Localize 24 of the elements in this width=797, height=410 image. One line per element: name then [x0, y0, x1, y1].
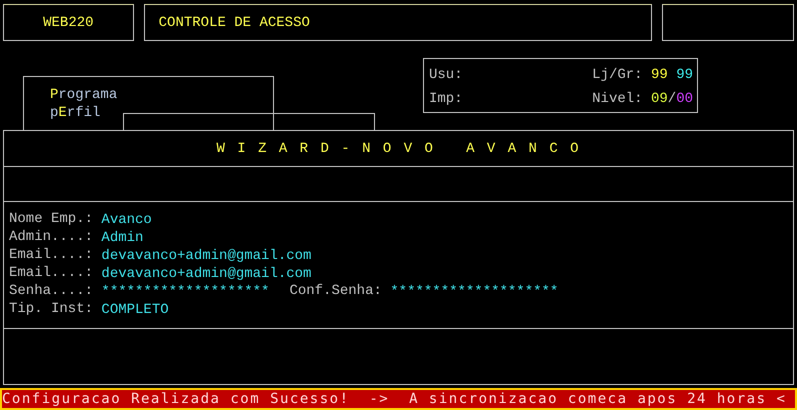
- field-label: Email....:: [9, 247, 94, 265]
- field-label: Email....:: [9, 265, 94, 283]
- field-value: Avanco: [101, 211, 152, 229]
- menu-item[interactable]: pErfil: [50, 104, 273, 122]
- screen-title: CONTROLE DE ACESSO: [158, 14, 310, 30]
- field-value: COMPLETO: [101, 301, 169, 319]
- program-code: WEB220: [43, 14, 94, 30]
- field-value: devavanco+admin@gmail.com: [101, 265, 312, 283]
- wizard-title: W I Z A R D - N O V O A V A N C O: [216, 140, 581, 156]
- field-label: Nome Emp.:: [9, 211, 94, 229]
- field-label: Tip. Inst:: [9, 301, 94, 319]
- menu-item[interactable]: Programa: [50, 86, 273, 104]
- status-message: Configuracao Realizada com Sucesso! -> A sincronizacao comeca apos 24 horas <: [0, 388, 797, 410]
- field-label: Admin....:: [9, 229, 94, 247]
- level-text: Nivel: 09/00: [592, 90, 693, 108]
- field-value: Admin: [101, 229, 144, 247]
- store-group-text: Lj/Gr: 99 99: [592, 67, 693, 85]
- user-label: Usu:: [429, 67, 464, 85]
- field-value: devavanco+admin@gmail.com: [101, 247, 312, 265]
- field-value: ********************: [390, 283, 558, 301]
- field-value: ********************: [101, 283, 270, 301]
- field-label: Conf.Senha:: [289, 283, 383, 301]
- field-label: Senha....:: [9, 283, 94, 301]
- printer-label: Imp:: [429, 90, 464, 108]
